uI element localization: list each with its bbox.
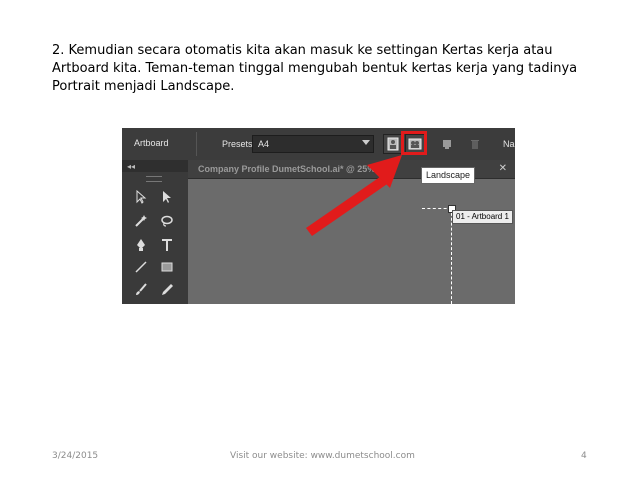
footer-date: 3/24/2015 [52,451,99,461]
paragraph-line: Artboard kita. Teman-teman tinggal mengu… [52,61,578,76]
paragraph-line: 2. Kemudian secara otomatis kita akan ma… [52,43,553,58]
instruction-paragraph: 2. Kemudian secara otomatis kita akan ma… [52,42,612,96]
paragraph-line: Portrait menjadi Landscape. [52,79,235,94]
illustrator-screenshot: Artboard Presets: A4 Na ◂◂ Company Profi… [122,128,515,304]
page-number: 4 [581,451,587,461]
pointer-arrow-icon [306,155,402,236]
footer-website: Visit our website: www.dumetschool.com [230,451,415,461]
